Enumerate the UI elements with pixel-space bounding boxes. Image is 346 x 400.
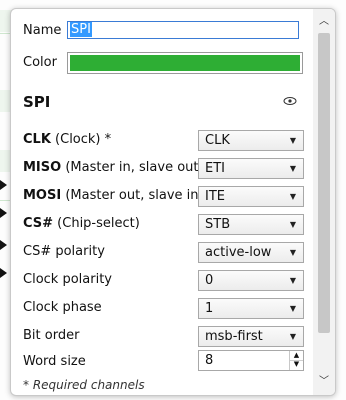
required-channels-note: * Required channels bbox=[23, 378, 145, 392]
chevron-down-icon: ▼ bbox=[289, 248, 296, 257]
row-label-clk: CLK (Clock) * bbox=[23, 132, 112, 147]
row-label-cs: CS# (Chip-select) bbox=[23, 216, 140, 231]
chevron-up-icon[interactable]: ︿ bbox=[313, 13, 335, 31]
row-label-clock-phase: Clock phase bbox=[23, 300, 102, 315]
chevron-down-icon: ▼ bbox=[289, 304, 296, 313]
word-size-value: 8 bbox=[205, 353, 214, 368]
spin-buttons: ▲ ▼ bbox=[289, 351, 303, 370]
name-input[interactable]: SPI bbox=[67, 21, 299, 39]
chevron-down-icon: ▼ bbox=[289, 136, 296, 145]
decoder-title: SPI bbox=[23, 93, 51, 111]
chevron-down-icon: ▼ bbox=[289, 164, 296, 173]
row-label-mosi: MOSI (Master out, slave in) bbox=[23, 188, 204, 203]
row-label-cs-polarity: CS# polarity bbox=[23, 244, 105, 259]
chevron-down-icon: ▼ bbox=[289, 276, 296, 285]
channel-pin-icon bbox=[0, 180, 7, 190]
scrollbar-thumb[interactable] bbox=[318, 33, 330, 333]
cs-channel-select[interactable]: STB ▼ bbox=[198, 214, 304, 235]
bit-order-select[interactable]: msb-first ▼ bbox=[198, 326, 304, 347]
channel-pin-icon bbox=[0, 208, 7, 218]
row-label-clock-polarity: Clock polarity bbox=[23, 272, 112, 287]
popup-content: Name SPI Color SPI CLK (Clock) * CLK ▼ MI… bbox=[11, 9, 311, 395]
channel-pin-icon bbox=[0, 268, 7, 278]
spin-down-icon[interactable]: ▼ bbox=[290, 360, 303, 369]
mosi-channel-select[interactable]: ITE ▼ bbox=[198, 186, 304, 207]
clk-channel-select[interactable]: CLK ▼ bbox=[198, 130, 304, 151]
chevron-down-icon: ▼ bbox=[289, 220, 296, 229]
color-label: Color bbox=[23, 55, 57, 70]
eye-icon[interactable] bbox=[283, 95, 297, 107]
word-size-label: Word size bbox=[23, 354, 86, 369]
name-label: Name bbox=[23, 23, 62, 38]
row-label-bit-order: Bit order bbox=[23, 328, 80, 343]
row-label-miso: MISO (Master in, slave out) bbox=[23, 160, 204, 175]
color-picker-button[interactable] bbox=[67, 52, 303, 74]
word-size-spinbox[interactable]: 8 ▲ ▼ bbox=[198, 350, 304, 371]
vertical-scrollbar[interactable]: ︿ ﹀ bbox=[313, 9, 335, 395]
chevron-down-icon: ▼ bbox=[289, 332, 296, 341]
color-swatch bbox=[70, 55, 300, 71]
decoder-properties-popup: Name SPI Color SPI CLK (Clock) * CLK ▼ MI… bbox=[10, 8, 336, 396]
chevron-down-icon: ▼ bbox=[289, 192, 296, 201]
clock-phase-select[interactable]: 1 ▼ bbox=[198, 298, 304, 319]
clock-polarity-select[interactable]: 0 ▼ bbox=[198, 270, 304, 291]
cs-polarity-select[interactable]: active-low ▼ bbox=[198, 242, 304, 263]
miso-channel-select[interactable]: ETI ▼ bbox=[198, 158, 304, 179]
chevron-down-icon[interactable]: ﹀ bbox=[313, 373, 335, 391]
name-value: SPI bbox=[70, 22, 92, 37]
channel-pin-icon bbox=[0, 240, 7, 250]
